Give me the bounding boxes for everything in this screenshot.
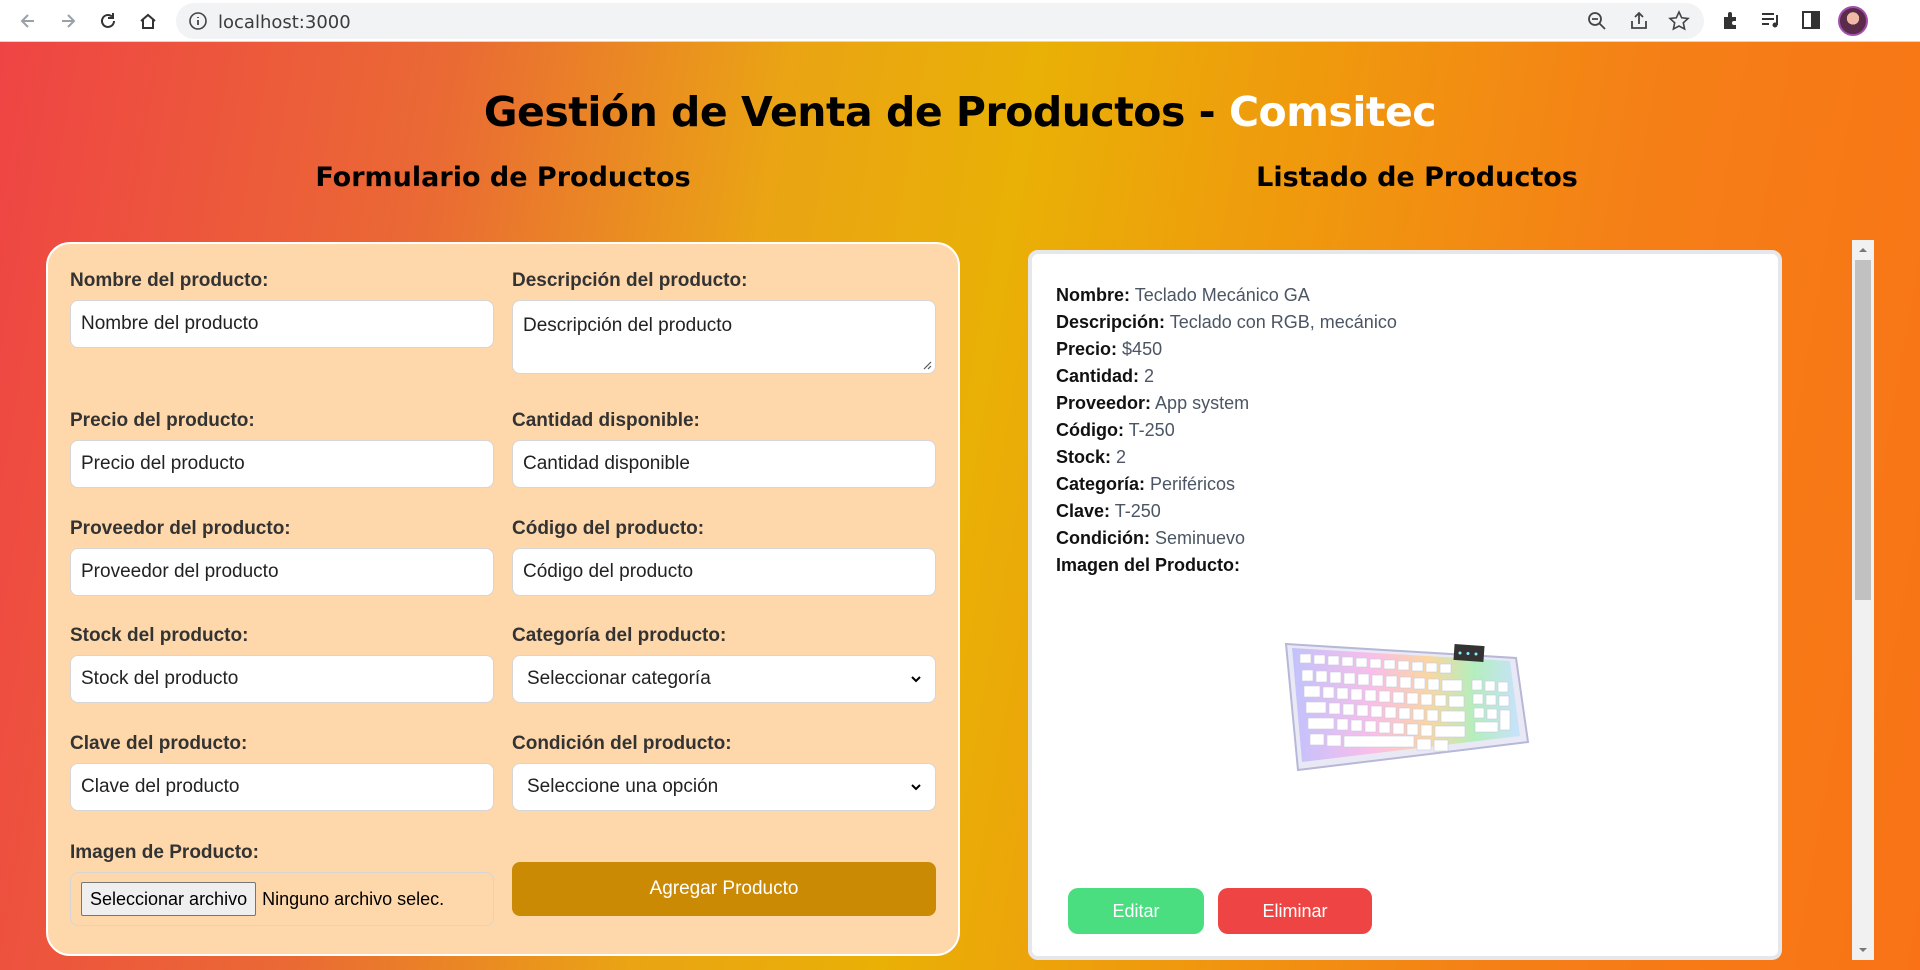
description-field: Descripción del producto: Descripción de… bbox=[512, 270, 936, 374]
chevron-down-icon bbox=[911, 784, 921, 791]
quantity-field: Cantidad disponible: Cantidad disponible bbox=[512, 410, 936, 488]
side-panel-icon[interactable] bbox=[1800, 9, 1822, 31]
stock-input[interactable]: Stock del producto bbox=[70, 655, 494, 703]
page: Gestión de Venta de Productos - Comsitec… bbox=[0, 42, 1920, 970]
detail-row: Cantidad: 2 bbox=[1056, 366, 1155, 386]
info-icon[interactable] bbox=[188, 11, 208, 31]
resize-handle-icon[interactable] bbox=[922, 360, 932, 370]
product-image bbox=[1284, 642, 1530, 772]
quantity-label: Cantidad disponible: bbox=[512, 410, 700, 431]
name-label: Nombre del producto: bbox=[70, 270, 269, 291]
stock-field: Stock del producto: Stock del producto bbox=[70, 625, 494, 703]
title-brand: Comsitec bbox=[1228, 88, 1437, 136]
category-label: Categoría del producto: bbox=[512, 625, 727, 646]
zoom-icon[interactable] bbox=[1586, 10, 1608, 32]
extensions-icon[interactable] bbox=[1720, 9, 1742, 31]
detail-row: Descripción: Teclado con RGB, mecánico bbox=[1056, 312, 1397, 332]
url-text: localhost:3000 bbox=[218, 12, 351, 33]
condition-select[interactable]: Seleccione una opción bbox=[512, 763, 936, 811]
key-input[interactable]: Clave del producto bbox=[70, 763, 494, 811]
detail-row: Condición: Seminuevo bbox=[1056, 528, 1246, 548]
bookmark-star-icon[interactable] bbox=[1668, 10, 1690, 32]
scroll-down-icon[interactable] bbox=[1857, 944, 1869, 956]
description-placeholder: Descripción del producto bbox=[523, 315, 733, 336]
supplier-input[interactable]: Proveedor del producto bbox=[70, 548, 494, 596]
code-field: Código del producto: Código del producto bbox=[512, 518, 936, 596]
share-icon[interactable] bbox=[1628, 10, 1650, 32]
address-bar[interactable]: localhost:3000 bbox=[176, 3, 1704, 39]
image-label: Imagen de Producto: bbox=[70, 842, 259, 863]
scroll-thumb[interactable] bbox=[1855, 260, 1871, 600]
detail-row: Proveedor: App system bbox=[1056, 393, 1250, 413]
image-field: Imagen de Producto: Seleccionar archivo … bbox=[70, 842, 494, 926]
detail-row: Categoría: Periféricos bbox=[1056, 474, 1236, 494]
add-product-button[interactable]: Agregar Producto bbox=[512, 862, 936, 916]
choose-file-button[interactable]: Seleccionar archivo bbox=[81, 882, 257, 916]
forward-icon[interactable] bbox=[52, 5, 84, 37]
back-icon[interactable] bbox=[12, 5, 44, 37]
browser-toolbar: localhost:3000 bbox=[0, 0, 1920, 42]
key-field: Clave del producto: Clave del producto bbox=[70, 733, 494, 811]
supplier-label: Proveedor del producto: bbox=[70, 518, 291, 539]
file-input[interactable]: Seleccionar archivo Ninguno archivo sele… bbox=[70, 872, 494, 926]
stock-label: Stock del producto: bbox=[70, 625, 249, 646]
product-form: Nombre del producto: Nombre del producto… bbox=[46, 242, 960, 956]
category-select[interactable]: Seleccionar categoría bbox=[512, 655, 936, 703]
chevron-down-icon bbox=[911, 676, 921, 683]
list-section-title: Listado de Productos bbox=[1256, 162, 1578, 193]
media-queue-icon[interactable] bbox=[1760, 9, 1782, 31]
price-input[interactable]: Precio del producto bbox=[70, 440, 494, 488]
detail-row: Stock: 2 bbox=[1056, 447, 1127, 467]
form-section-title: Formulario de Productos bbox=[315, 162, 691, 193]
scroll-up-icon[interactable] bbox=[1857, 244, 1869, 256]
supplier-field: Proveedor del producto: Proveedor del pr… bbox=[70, 518, 494, 596]
detail-row: Código: T-250 bbox=[1056, 420, 1175, 440]
detail-row: Clave: T-250 bbox=[1056, 501, 1161, 521]
detail-row: Precio: $450 bbox=[1056, 339, 1163, 359]
condition-selected: Seleccione una opción bbox=[527, 776, 719, 797]
category-field: Categoría del producto: Seleccionar cate… bbox=[512, 625, 936, 703]
product-details: Nombre: Teclado Mecánico GA Descripción:… bbox=[1056, 282, 1397, 579]
edit-button[interactable]: Editar bbox=[1068, 888, 1204, 934]
home-icon[interactable] bbox=[132, 5, 164, 37]
description-textarea[interactable]: Descripción del producto bbox=[512, 300, 936, 374]
quantity-input[interactable]: Cantidad disponible bbox=[512, 440, 936, 488]
page-scrollbar[interactable] bbox=[1852, 240, 1874, 960]
key-label: Clave del producto: bbox=[70, 733, 248, 754]
delete-button[interactable]: Eliminar bbox=[1218, 888, 1372, 934]
description-label: Descripción del producto: bbox=[512, 270, 748, 291]
code-input[interactable]: Código del producto bbox=[512, 548, 936, 596]
price-field: Precio del producto: Precio del producto bbox=[70, 410, 494, 488]
detail-row: Nombre: Teclado Mecánico GA bbox=[1056, 285, 1310, 305]
condition-label: Condición del producto: bbox=[512, 733, 732, 754]
reload-icon[interactable] bbox=[92, 5, 124, 37]
code-label: Código del producto: bbox=[512, 518, 705, 539]
title-main: Gestión de Venta de Productos - bbox=[483, 88, 1229, 136]
name-field: Nombre del producto: Nombre del producto bbox=[70, 270, 494, 348]
product-card: Nombre: Teclado Mecánico GA Descripción:… bbox=[1028, 250, 1782, 960]
file-status: Ninguno archivo selec. bbox=[262, 888, 445, 909]
page-title: Gestión de Venta de Productos - Comsitec bbox=[0, 88, 1920, 136]
price-label: Precio del producto: bbox=[70, 410, 255, 431]
profile-avatar[interactable] bbox=[1838, 6, 1868, 36]
image-heading: Imagen del Producto: bbox=[1056, 555, 1241, 575]
condition-field: Condición del producto: Seleccione una o… bbox=[512, 733, 936, 811]
category-selected: Seleccionar categoría bbox=[527, 668, 711, 689]
name-input[interactable]: Nombre del producto bbox=[70, 300, 494, 348]
